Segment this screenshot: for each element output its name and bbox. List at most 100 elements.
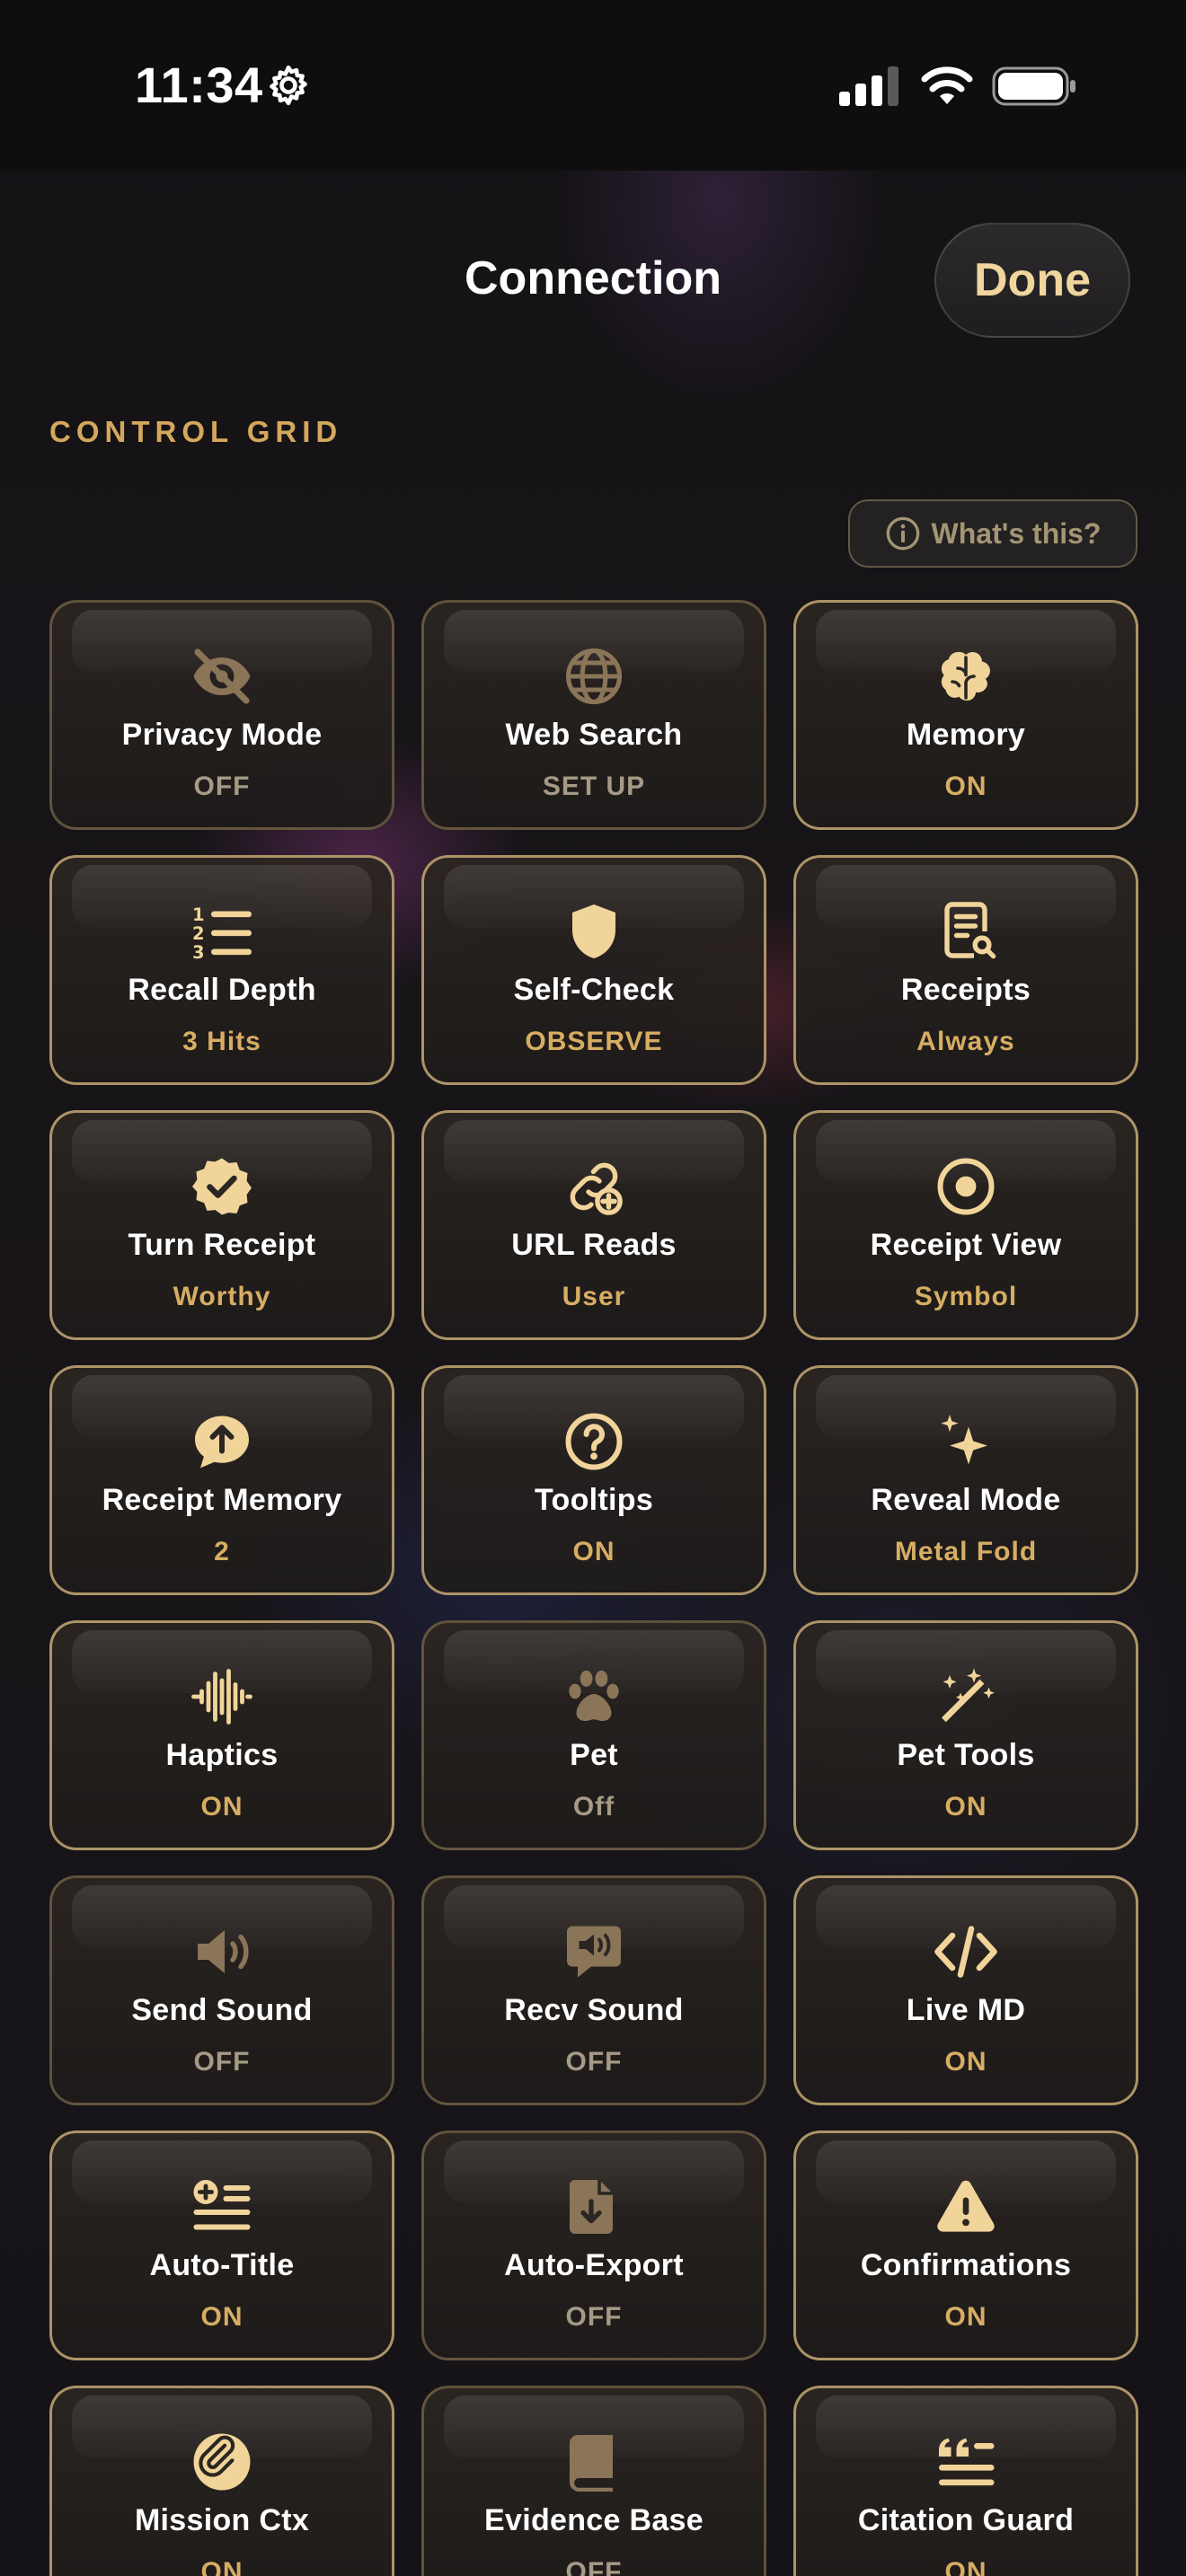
whats-this-label: What's this? xyxy=(931,516,1102,550)
tile-web-search[interactable]: Web Search SET UP xyxy=(421,600,766,830)
paw-icon xyxy=(558,1661,630,1733)
list-plus-icon xyxy=(186,2171,258,2243)
tile-self-check[interactable]: Self-Check OBSERVE xyxy=(421,855,766,1085)
speech-bubble-up-arrow-icon xyxy=(186,1406,258,1478)
receipt-search-icon xyxy=(930,895,1002,967)
tile-value: OFF xyxy=(565,2557,623,2576)
tile-reveal-mode[interactable]: Reveal Mode Metal Fold xyxy=(793,1365,1138,1595)
signal-icon xyxy=(839,66,898,106)
tile-label: Confirmations xyxy=(860,2248,1072,2282)
tile-value: Worthy xyxy=(173,1282,271,1311)
tile-memory[interactable]: Memory ON xyxy=(793,600,1138,830)
tile-value: ON xyxy=(944,2302,987,2332)
tile-url-reads[interactable]: URL Reads User xyxy=(421,1110,766,1340)
section-header: CONTROL GRID xyxy=(49,415,343,448)
tile-haptics[interactable]: Haptics ON xyxy=(49,1620,394,1850)
tile-recall-depth[interactable]: 123 Recall Depth 3 Hits xyxy=(49,855,394,1085)
tile-receipt-view[interactable]: Receipt View Symbol xyxy=(793,1110,1138,1340)
tile-label: Live MD xyxy=(906,1993,1026,2027)
tile-value: Always xyxy=(916,1027,1015,1056)
paperclip-icon xyxy=(186,2426,258,2498)
waveform-icon xyxy=(186,1661,258,1733)
tile-evidence-base[interactable]: Evidence Base OFF xyxy=(421,2386,766,2576)
tile-receipts[interactable]: Receipts Always xyxy=(793,855,1138,1085)
svg-text:1: 1 xyxy=(192,904,205,925)
quote-lines-icon xyxy=(930,2426,1002,2498)
tile-pet-tools[interactable]: Pet Tools ON xyxy=(793,1620,1138,1850)
link-plus-icon xyxy=(558,1151,630,1222)
tile-label: Auto-Export xyxy=(504,2248,684,2282)
tile-label: URL Reads xyxy=(511,1228,677,1262)
tile-label: Receipt Memory xyxy=(102,1483,342,1517)
tile-label: Turn Receipt xyxy=(128,1228,316,1262)
book-icon xyxy=(558,2426,630,2498)
tile-value: ON xyxy=(944,1792,987,1822)
wifi-icon xyxy=(921,66,973,104)
tile-send-sound[interactable]: Send Sound OFF xyxy=(49,1875,394,2105)
tile-label: Tooltips xyxy=(534,1483,654,1517)
tile-label: Receipts xyxy=(900,973,1031,1007)
check-badge-icon xyxy=(186,1151,258,1222)
tile-label: Mission Ctx xyxy=(134,2503,310,2537)
tile-mission-ctx[interactable]: Mission Ctx ON xyxy=(49,2386,394,2576)
numbered-list-icon: 123 xyxy=(186,895,258,967)
tile-label: Citation Guard xyxy=(857,2503,1075,2537)
tile-confirmations[interactable]: Confirmations ON xyxy=(793,2130,1138,2360)
tile-value: 2 xyxy=(214,1537,230,1566)
tile-value: OFF xyxy=(565,2302,623,2332)
tile-label: Haptics xyxy=(165,1738,279,1772)
done-button[interactable]: Done xyxy=(934,223,1130,338)
svg-text:2: 2 xyxy=(192,923,205,944)
gear-icon xyxy=(270,65,307,106)
warning-triangle-icon xyxy=(930,2171,1002,2243)
document-download-icon xyxy=(558,2171,630,2243)
tile-pet[interactable]: Pet Off xyxy=(421,1620,766,1850)
whats-this-button[interactable]: What's this? xyxy=(848,499,1137,568)
tile-value: ON xyxy=(200,1792,243,1822)
tile-value: Off xyxy=(572,1792,615,1822)
tile-value: OFF xyxy=(193,772,251,801)
tile-citation-guard[interactable]: Citation Guard ON xyxy=(793,2386,1138,2576)
tile-label: Memory xyxy=(906,718,1026,752)
magic-wand-icon xyxy=(930,1661,1002,1733)
tile-auto-title[interactable]: Auto-Title ON xyxy=(49,2130,394,2360)
tile-label: Pet Tools xyxy=(897,1738,1035,1772)
tile-label: Send Sound xyxy=(131,1993,313,2027)
tile-value: ON xyxy=(200,2557,243,2576)
tile-recv-sound[interactable]: Recv Sound OFF xyxy=(421,1875,766,2105)
speaker-icon xyxy=(186,1916,258,1988)
tile-label: Web Search xyxy=(505,718,683,752)
sparkles-icon xyxy=(930,1406,1002,1478)
tile-privacy-mode[interactable]: Privacy Mode OFF xyxy=(49,600,394,830)
tile-label: Privacy Mode xyxy=(121,718,323,752)
status-bar: 11:34 xyxy=(0,0,1186,171)
tile-value: OBSERVE xyxy=(525,1027,663,1056)
tile-value: OFF xyxy=(565,2047,623,2077)
tile-value: User xyxy=(562,1282,626,1311)
tile-tooltips[interactable]: Tooltips ON xyxy=(421,1365,766,1595)
svg-text:3: 3 xyxy=(192,942,205,963)
brain-icon xyxy=(930,640,1002,712)
tile-label: Auto-Title xyxy=(149,2248,295,2282)
code-icon xyxy=(930,1916,1002,1988)
screen: 11:34 Connection Done CONTROL GRID What'… xyxy=(0,0,1186,2576)
tile-label: Recv Sound xyxy=(504,1993,684,2027)
tile-receipt-memory[interactable]: Receipt Memory 2 xyxy=(49,1365,394,1595)
tile-value: Symbol xyxy=(914,1282,1018,1311)
tile-auto-export[interactable]: Auto-Export OFF xyxy=(421,2130,766,2360)
status-time: 11:34 xyxy=(135,57,263,113)
tile-label: Receipt View xyxy=(870,1228,1062,1262)
tile-label: Evidence Base xyxy=(484,2503,704,2537)
tile-label: Self-Check xyxy=(513,973,675,1007)
eye-slash-icon xyxy=(186,640,258,712)
tile-label: Reveal Mode xyxy=(871,1483,1061,1517)
tile-value: ON xyxy=(944,2557,987,2576)
tile-live-md[interactable]: Live MD ON xyxy=(793,1875,1138,2105)
tile-turn-receipt[interactable]: Turn Receipt Worthy xyxy=(49,1110,394,1340)
tile-value: SET UP xyxy=(542,772,646,801)
tile-value: OFF xyxy=(193,2047,251,2077)
tile-value: 3 Hits xyxy=(182,1027,261,1056)
question-circle-icon xyxy=(558,1406,630,1478)
tile-value: ON xyxy=(572,1537,615,1566)
shield-icon xyxy=(558,895,630,967)
